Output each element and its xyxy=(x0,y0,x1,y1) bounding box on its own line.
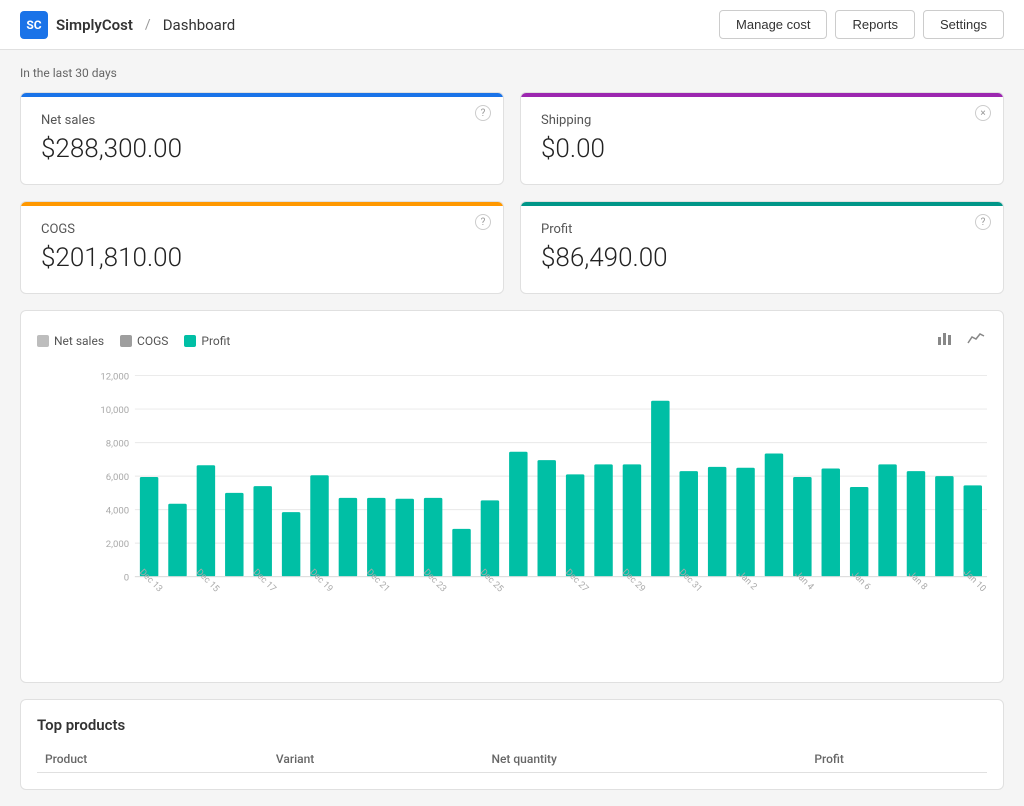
svg-text:0: 0 xyxy=(124,572,129,583)
kpi-help-cogs[interactable]: ? xyxy=(475,214,491,230)
products-title: Top products xyxy=(37,716,987,734)
col-profit: Profit xyxy=(806,746,987,773)
kpi-value-cogs: $201,810.00 xyxy=(41,243,483,273)
kpi-label-shipping: Shipping xyxy=(541,113,983,128)
col-variant: Variant xyxy=(268,746,484,773)
col-product: Product xyxy=(37,746,268,773)
kpi-card-cogs: ? COGS $201,810.00 xyxy=(20,201,504,294)
svg-text:6,000: 6,000 xyxy=(106,472,129,483)
col-net-quantity: Net quantity xyxy=(483,746,806,773)
legend-cogs: COGS xyxy=(120,334,168,348)
kpi-label-net-sales: Net sales xyxy=(41,113,483,128)
legend-net-sales: Net sales xyxy=(37,334,104,348)
kpi-card-profit: ? Profit $86,490.00 xyxy=(520,201,1004,294)
period-label: In the last 30 days xyxy=(20,66,1004,80)
settings-button[interactable]: Settings xyxy=(923,10,1004,39)
brand-name: SimplyCost xyxy=(56,16,133,34)
reports-button[interactable]: Reports xyxy=(835,10,915,39)
kpi-card-net-sales: ? Net sales $288,300.00 xyxy=(20,92,504,185)
kpi-help-shipping[interactable]: × xyxy=(975,105,991,121)
header-left: SC SimplyCost / Dashboard xyxy=(20,11,235,39)
legend-dot-cogs xyxy=(120,335,132,347)
kpi-help-profit[interactable]: ? xyxy=(975,214,991,230)
svg-text:2,000: 2,000 xyxy=(106,539,129,550)
svg-text:10,000: 10,000 xyxy=(100,405,129,416)
legend-label-cogs: COGS xyxy=(137,334,168,348)
kpi-label-cogs: COGS xyxy=(41,222,483,237)
kpi-value-profit: $86,490.00 xyxy=(541,243,983,273)
svg-text:Jan 2: Jan 2 xyxy=(736,570,759,593)
main-content: In the last 30 days ? Net sales $288,300… xyxy=(0,50,1024,806)
kpi-card-shipping: × Shipping $0.00 xyxy=(520,92,1004,185)
svg-text:4,000: 4,000 xyxy=(106,505,129,516)
products-table: Product Variant Net quantity Profit xyxy=(37,746,987,773)
chart-icons xyxy=(935,327,987,354)
chart-legend: Net sales COGS Profit xyxy=(37,334,230,348)
kpi-value-net-sales: $288,300.00 xyxy=(41,134,483,164)
chart-section: Net sales COGS Profit xyxy=(20,310,1004,683)
svg-text:Jan 4: Jan 4 xyxy=(792,570,815,593)
legend-dot-profit xyxy=(184,335,196,347)
manage-cost-button[interactable]: Manage cost xyxy=(719,10,827,39)
svg-text:Jan 6: Jan 6 xyxy=(849,570,872,593)
legend-label-profit: Profit xyxy=(201,334,230,348)
page-title: Dashboard xyxy=(163,16,236,34)
svg-text:12,000: 12,000 xyxy=(100,371,129,382)
kpi-label-profit: Profit xyxy=(541,222,983,237)
logo-text: SC xyxy=(26,18,41,32)
logo: SC xyxy=(20,11,48,39)
breadcrumb-separator: / xyxy=(145,17,151,33)
header-buttons: Manage cost Reports Settings xyxy=(719,10,1004,39)
bar-chart-icon-button[interactable] xyxy=(935,327,957,354)
svg-text:8,000: 8,000 xyxy=(106,438,129,449)
header: SC SimplyCost / Dashboard Manage cost Re… xyxy=(0,0,1024,50)
svg-text:Jan 8: Jan 8 xyxy=(906,570,929,593)
line-chart-icon-button[interactable] xyxy=(965,327,987,354)
chart-svg: 02,0004,0006,0008,00010,00012,000Dec 13D… xyxy=(87,366,987,615)
kpi-help-net-sales[interactable]: ? xyxy=(475,105,491,121)
chart-header: Net sales COGS Profit xyxy=(37,327,987,354)
chart-container: 02,0004,0006,0008,00010,00012,000Dec 13D… xyxy=(37,366,987,666)
legend-dot-net-sales xyxy=(37,335,49,347)
legend-profit: Profit xyxy=(184,334,230,348)
kpi-value-shipping: $0.00 xyxy=(541,134,983,164)
kpi-grid: ? Net sales $288,300.00 × Shipping $0.00… xyxy=(20,92,1004,294)
legend-label-net-sales: Net sales xyxy=(54,334,104,348)
products-section: Top products Product Variant Net quantit… xyxy=(20,699,1004,790)
